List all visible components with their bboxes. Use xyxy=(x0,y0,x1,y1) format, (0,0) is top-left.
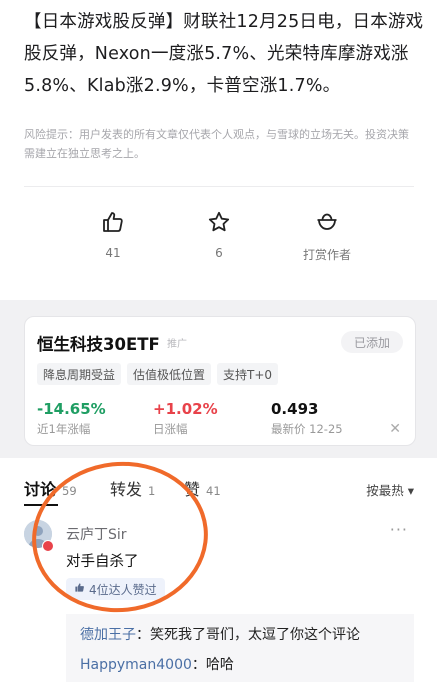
metric-value: 0.493 xyxy=(271,400,319,418)
comment-text: 对手自杀了 xyxy=(66,554,139,570)
metric-latest-price: 0.493 最新价 12-25 xyxy=(271,399,343,437)
thumbs-up-icon xyxy=(101,210,125,238)
article-body: 【日本游戏股反弹】财联社12月25日电，日本游戏股反弹，Nexon一度涨5.7%… xyxy=(24,12,424,96)
reply-text: ：哈哈 xyxy=(191,657,234,673)
tab-label: 讨论 xyxy=(24,480,57,499)
discussion-tabs: 讨论 59 转发 1 赞 41 按最热 ▾ xyxy=(24,476,414,506)
tab-label: 转发 xyxy=(110,480,143,499)
page: 【日本游戏股反弹】财联社12月25日电，日本游戏股反弹，Nexon一度涨5.7%… xyxy=(0,0,437,682)
expert-likes-badge[interactable]: 4位达人赞过 xyxy=(66,578,165,600)
action-bar: 41 6 打赏作者 xyxy=(0,210,437,270)
reply-item[interactable]: Happyman4000：哈哈 xyxy=(80,654,234,674)
etf-tag: 降息周期受益 xyxy=(37,363,122,385)
like-count: 41 xyxy=(105,246,121,260)
tab-repost[interactable]: 转发 1 xyxy=(110,476,155,500)
more-options-icon[interactable]: ··· xyxy=(390,520,408,539)
close-icon[interactable]: ✕ xyxy=(389,421,401,437)
metric-label: 近1年涨幅 xyxy=(37,422,91,436)
thumbs-up-icon xyxy=(74,582,85,596)
added-button[interactable]: 已添加 xyxy=(341,331,403,353)
etf-tags: 降息周期受益 估值极低位置 支持T+0 xyxy=(37,363,279,385)
etf-name[interactable]: 恒生科技30ETF xyxy=(37,331,160,355)
reply-text: ：笑死我了哥们，太逗了你这个评论 xyxy=(136,627,360,643)
reply-username[interactable]: Happyman4000 xyxy=(80,657,192,673)
favorite-button[interactable]: 6 xyxy=(174,210,264,260)
metric-label: 最新价 12-25 xyxy=(271,422,343,436)
ingot-icon xyxy=(315,210,339,238)
favorite-count: 6 xyxy=(215,246,223,260)
metric-value: +1.02% xyxy=(153,400,218,418)
tab-label: 赞 xyxy=(184,480,201,499)
verified-badge-icon xyxy=(42,540,54,552)
tab-discussion[interactable]: 讨论 59 xyxy=(24,476,77,500)
ad-tag: 推广 xyxy=(167,339,187,350)
tab-count: 1 xyxy=(148,484,156,498)
reply-item[interactable]: 德加王子：笑死我了哥们，太逗了你这个评论 xyxy=(80,624,360,644)
risk-disclaimer: 风险提示：用户发表的所有文章仅代表个人观点，与雪球的立场无关。投资决策需建立在独… xyxy=(24,128,409,160)
metric-label: 日涨幅 xyxy=(153,422,188,436)
discussion-section: 讨论 59 转发 1 赞 41 按最热 ▾ 云庐丁Sir ··· 对手自杀了 4… xyxy=(0,458,437,682)
etf-promo-card[interactable]: 恒生科技30ETF 推广 已添加 降息周期受益 估值极低位置 支持T+0 -14… xyxy=(24,316,416,446)
tab-count: 41 xyxy=(206,484,221,498)
reply-list: 德加王子：笑死我了哥们，太逗了你这个评论 Happyman4000：哈哈 xyxy=(66,614,414,682)
etf-tag: 支持T+0 xyxy=(217,363,279,385)
tab-likes[interactable]: 赞 41 xyxy=(184,476,221,500)
like-button[interactable]: 41 xyxy=(68,210,158,260)
reward-label: 打赏作者 xyxy=(302,248,351,262)
reward-button[interactable]: 打赏作者 xyxy=(282,210,372,263)
metric-daily-change: +1.02% 日涨幅 xyxy=(153,399,218,437)
metric-value: -14.65% xyxy=(37,400,106,418)
etf-tag: 估值极低位置 xyxy=(127,363,212,385)
article-section: 【日本游戏股反弹】财联社12月25日电，日本游戏股反弹，Nexon一度涨5.7%… xyxy=(0,0,437,300)
reply-username[interactable]: 德加王子 xyxy=(80,627,136,643)
comment-username[interactable]: 云庐丁Sir xyxy=(66,524,127,544)
active-tab-indicator xyxy=(24,504,58,506)
divider xyxy=(24,186,414,187)
expert-likes-text: 4位达人赞过 xyxy=(89,582,157,597)
metric-1y-change: -14.65% 近1年涨幅 xyxy=(37,399,106,437)
sort-dropdown[interactable]: 按最热 ▾ xyxy=(366,480,414,499)
tab-count: 59 xyxy=(62,484,77,498)
star-icon xyxy=(207,210,231,238)
